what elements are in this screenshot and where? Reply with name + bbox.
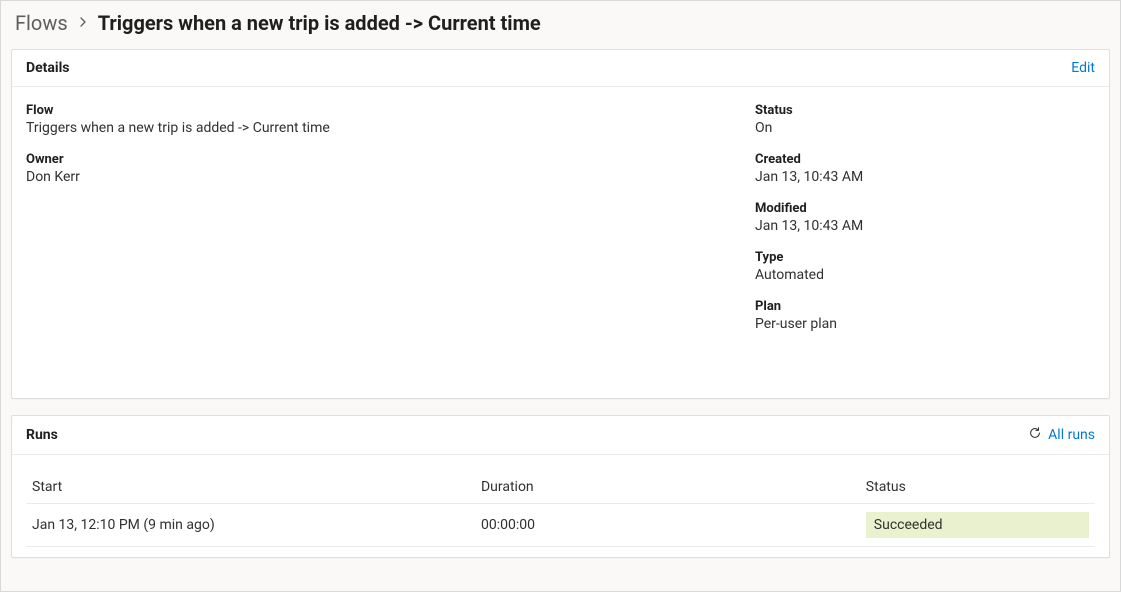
col-duration-header[interactable]: Duration (475, 471, 860, 504)
status-value: On (755, 120, 1095, 136)
owner-value: Don Kerr (26, 169, 715, 185)
all-runs-label: All runs (1048, 427, 1095, 443)
col-status-header[interactable]: Status (860, 471, 1095, 504)
runs-card: Runs All runs Start Duration Status (11, 415, 1110, 558)
flow-label: Flow (26, 103, 715, 118)
table-row[interactable]: Jan 13, 12:10 PM (9 min ago) 00:00:00 Su… (26, 504, 1095, 547)
run-duration-cell: 00:00:00 (475, 504, 860, 547)
created-label: Created (755, 152, 1095, 167)
runs-table: Start Duration Status Jan 13, 12:10 PM (… (26, 471, 1095, 547)
runs-title: Runs (26, 427, 58, 443)
run-status-cell: Succeeded (860, 504, 1095, 547)
created-value: Jan 13, 10:43 AM (755, 169, 1095, 185)
details-header: Details Edit (12, 50, 1109, 87)
refresh-icon (1028, 426, 1042, 444)
flow-value: Triggers when a new trip is added -> Cur… (26, 120, 715, 136)
breadcrumb-current: Triggers when a new trip is added -> Cur… (98, 11, 541, 35)
plan-value: Per-user plan (755, 316, 1095, 332)
breadcrumb: Flows Triggers when a new trip is added … (11, 1, 1110, 49)
details-title: Details (26, 60, 70, 76)
runs-header-row: Start Duration Status (26, 471, 1095, 504)
edit-link[interactable]: Edit (1071, 60, 1095, 76)
modified-value: Jan 13, 10:43 AM (755, 218, 1095, 234)
type-value: Automated (755, 267, 1095, 283)
runs-header: Runs All runs (12, 416, 1109, 455)
plan-label: Plan (755, 299, 1095, 314)
col-start-header[interactable]: Start (26, 471, 475, 504)
status-badge: Succeeded (866, 512, 1089, 538)
modified-label: Modified (755, 201, 1095, 216)
status-label: Status (755, 103, 1095, 118)
details-card: Details Edit Flow Triggers when a new tr… (11, 49, 1110, 399)
chevron-right-icon (78, 15, 88, 31)
type-label: Type (755, 250, 1095, 265)
owner-label: Owner (26, 152, 715, 167)
run-start-cell: Jan 13, 12:10 PM (9 min ago) (26, 504, 475, 547)
all-runs-link[interactable]: All runs (1028, 426, 1095, 444)
breadcrumb-root[interactable]: Flows (15, 11, 68, 35)
